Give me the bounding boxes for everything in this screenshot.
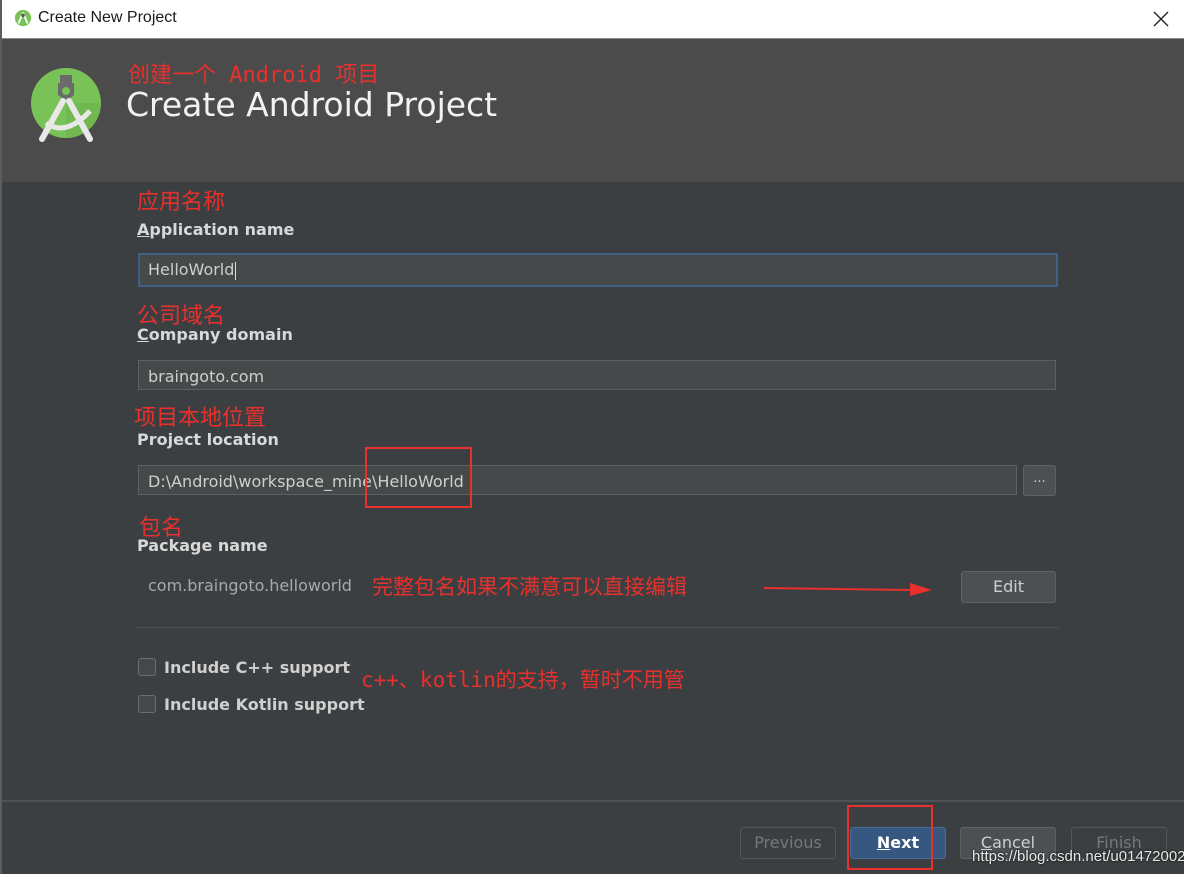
company-domain-input[interactable]: braingoto.com [138, 360, 1056, 390]
options-annotation: c++、kotlin的支持，暂时不用管 [361, 668, 685, 692]
include-cpp-checkbox[interactable]: Include C++ support [138, 656, 350, 678]
app-name-mnemonic: A [137, 220, 150, 239]
project-location-label: Project location [137, 430, 279, 449]
include-kotlin-label: Include Kotlin support [164, 694, 365, 714]
company-domain-label-text: ompany domain [148, 325, 293, 344]
next-mnemonic: N [876, 833, 891, 852]
edit-package-button[interactable]: Edit [961, 571, 1056, 603]
package-name-value: com.braingoto.helloworld [148, 576, 352, 595]
project-location-value: D:\Android\workspace_mine\HelloWorld [148, 472, 464, 491]
create-new-project-dialog: Create New Project 创建一个 Android 项目 Creat… [0, 0, 1184, 874]
close-icon[interactable] [1150, 8, 1172, 30]
page-title: Create Android Project [126, 85, 498, 124]
include-cpp-label: Include C++ support [164, 657, 351, 677]
edit-package-annotation: 完整包名如果不满意可以直接编辑 [372, 575, 687, 599]
package-name-label: Package name [137, 536, 268, 555]
previous-button[interactable]: Previous [740, 827, 836, 859]
android-studio-logo [31, 68, 101, 142]
checkbox-box[interactable] [138, 695, 156, 713]
app-name-value: HelloWorld [148, 260, 235, 279]
browse-location-button[interactable]: ... [1023, 465, 1056, 496]
separator [135, 627, 1059, 628]
app-name-annotation: 应用名称 [137, 190, 226, 215]
title-bar: Create New Project [2, 0, 1184, 39]
project-location-annotation: 项目本地位置 [134, 406, 267, 431]
watermark: https://blog.csdn.net/u014720022 [972, 848, 1184, 865]
checkbox-box[interactable] [138, 658, 156, 676]
next-button[interactable]: Next [850, 827, 946, 859]
window-title: Create New Project [38, 9, 177, 26]
arrow-icon [763, 583, 932, 596]
include-kotlin-checkbox[interactable]: Include Kotlin support [138, 693, 365, 715]
footer-divider [2, 800, 1184, 802]
app-name-label: Application name [137, 220, 294, 239]
dialog-header: 创建一个 Android 项目 Create Android Project [2, 39, 1184, 182]
project-location-input[interactable]: D:\Android\workspace_mine\HelloWorld [138, 465, 1017, 495]
android-studio-icon [14, 9, 32, 27]
company-domain-mnemonic: C [137, 325, 149, 344]
company-domain-label: Company domain [137, 325, 293, 344]
text-caret [235, 261, 237, 280]
app-name-input[interactable]: HelloWorld [138, 253, 1058, 287]
company-domain-value: braingoto.com [148, 367, 265, 386]
app-name-label-text: pplication name [149, 220, 295, 239]
next-label: ext [890, 833, 920, 852]
